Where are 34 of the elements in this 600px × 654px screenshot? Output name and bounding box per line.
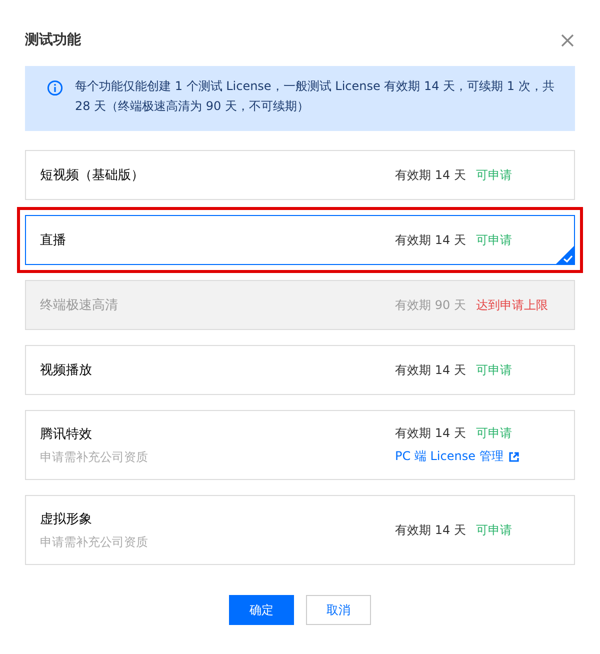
- validity-text: 有效期 14 天: [395, 522, 466, 538]
- feature-name: 直播: [40, 232, 66, 249]
- validity-text: 有效期 14 天: [395, 425, 466, 442]
- feature-option[interactable]: 视频播放 有效期 14 天 可申请: [25, 345, 575, 395]
- feature-name: 腾讯特效: [40, 426, 93, 442]
- feature-option[interactable]: 虚拟形象 申请需补充公司资质 有效期 14 天 可申请: [25, 495, 575, 565]
- feature-option[interactable]: 短视频（基础版） 有效期 14 天 可申请: [25, 150, 575, 200]
- feature-name: 短视频（基础版）: [40, 167, 144, 184]
- status-text: 可申请: [476, 166, 512, 184]
- feature-name: 视频播放: [40, 362, 92, 379]
- feature-note: 申请需补充公司资质: [40, 448, 148, 466]
- close-icon[interactable]: [561, 34, 574, 46]
- feature-option[interactable]: 直播 有效期 14 天 可申请: [25, 215, 575, 265]
- validity-text: 有效期 90 天: [395, 296, 466, 314]
- confirm-button[interactable]: 确定: [229, 595, 294, 625]
- info-text: 每个功能仅能创建 1 个测试 License，一般测试 License 有效期 14 天，可续期 1 次，共 28 天（终端极速高清为 90 天，不可续期）: [75, 78, 556, 115]
- validity-text: 有效期 14 天: [395, 362, 466, 378]
- status-text: 达到申请上限: [476, 296, 548, 314]
- status-text: 可申请: [476, 232, 512, 248]
- dialog-title: 测试功能: [25, 31, 81, 49]
- feature-name: 虚拟形象: [40, 510, 93, 528]
- feature-option[interactable]: 腾讯特效 申请需补充公司资质 有效期 14 天 可申请 PC 端 License 管理: [25, 410, 575, 480]
- status-text: 可申请: [476, 522, 512, 538]
- validity-text: 有效期 14 天: [395, 166, 466, 184]
- selected-check-icon: [556, 246, 574, 264]
- validity-text: 有效期 14 天: [395, 232, 466, 248]
- license-link[interactable]: PC 端 License 管理: [395, 448, 560, 465]
- cancel-button[interactable]: 取消: [306, 595, 371, 625]
- external-link-icon: [509, 452, 520, 462]
- feature-name: 终端极速高清: [40, 297, 118, 314]
- info-icon: [47, 80, 63, 96]
- status-text: 可申请: [476, 425, 512, 442]
- status-text: 可申请: [476, 362, 512, 378]
- feature-note: 申请需补充公司资质: [40, 534, 148, 550]
